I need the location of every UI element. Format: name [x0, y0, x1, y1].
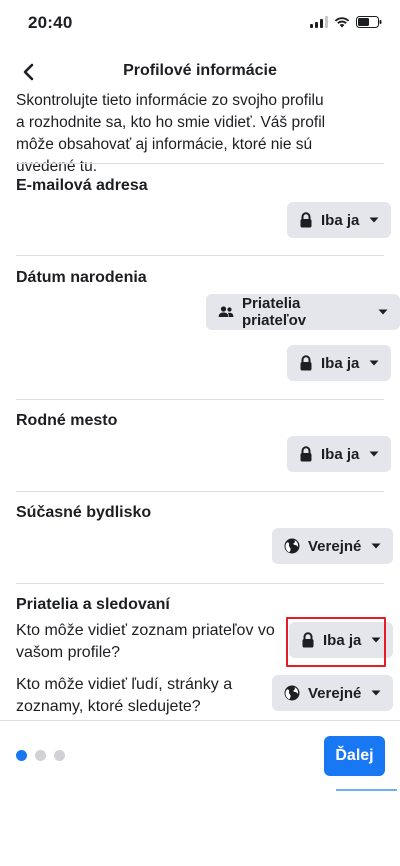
status-icons: [310, 16, 382, 28]
section-title-friends: Priatelia a sledovaní: [16, 596, 170, 613]
audience-label: Iba ja: [321, 354, 360, 372]
section-title-current-city: Súčasné bydlisko: [16, 504, 152, 521]
pagination-dots: [16, 750, 65, 761]
caret-down-icon: [369, 360, 379, 366]
next-button[interactable]: Ďalej: [324, 736, 385, 776]
audience-selector-current-city[interactable]: Verejné: [272, 528, 394, 564]
audience-selector-hometown[interactable]: Iba ja: [287, 436, 392, 472]
audience-label: Iba ja: [321, 445, 360, 463]
lock-icon: [299, 446, 313, 462]
globe-icon: [284, 538, 300, 554]
section-title-birthday: Dátum narodenia: [16, 269, 147, 286]
caret-down-icon: [378, 309, 388, 315]
audience-label: Iba ja: [321, 211, 360, 229]
audience-selector-following[interactable]: Verejné: [272, 675, 394, 711]
following-question: Kto môže vidieť ľudí, stránky a zoznamy,…: [16, 676, 233, 715]
wifi-icon: [334, 17, 350, 28]
highlight-box: [286, 617, 386, 667]
pagination-dot: [35, 750, 46, 761]
globe-icon: [284, 685, 300, 701]
pagination-dot: [54, 750, 65, 761]
caret-down-icon: [369, 451, 379, 457]
header: Profilové informácie: [0, 52, 400, 92]
page-title: Profilové informácie: [123, 62, 277, 79]
people-icon: [218, 305, 234, 319]
audience-selector-email[interactable]: Iba ja: [287, 202, 392, 238]
divider: [16, 399, 384, 400]
audience-label: Verejné: [308, 684, 362, 702]
audience-label: Verejné: [308, 537, 362, 555]
signal-icon: [310, 16, 328, 28]
caret-down-icon: [369, 217, 379, 223]
caret-down-icon: [371, 690, 381, 696]
next-button-underline: [336, 789, 397, 791]
caret-down-icon: [371, 543, 381, 549]
status-time: 20:40: [28, 13, 73, 32]
audience-selector-birth-year[interactable]: Iba ja: [287, 345, 392, 381]
friends-list-question: Kto môže vidieť zoznam priateľov vo vašo…: [16, 622, 275, 661]
footer-divider: [0, 720, 400, 721]
divider: [16, 491, 384, 492]
pagination-dot-active: [16, 750, 27, 761]
audience-selector-birthday[interactable]: Priatelia priateľov: [206, 294, 400, 330]
section-title-hometown: Rodné mesto: [16, 412, 118, 429]
battery-icon: [356, 16, 382, 28]
divider: [16, 583, 384, 584]
status-bar: 20:40: [0, 0, 400, 48]
divider: [16, 163, 384, 164]
divider: [16, 255, 384, 256]
lock-icon: [299, 212, 313, 228]
audience-label: Priatelia priateľov: [242, 295, 307, 329]
intro-text: Skontrolujte tieto informácie zo svojho …: [16, 92, 326, 175]
section-title-email: E-mailová adresa: [16, 177, 148, 194]
lock-icon: [299, 355, 313, 371]
